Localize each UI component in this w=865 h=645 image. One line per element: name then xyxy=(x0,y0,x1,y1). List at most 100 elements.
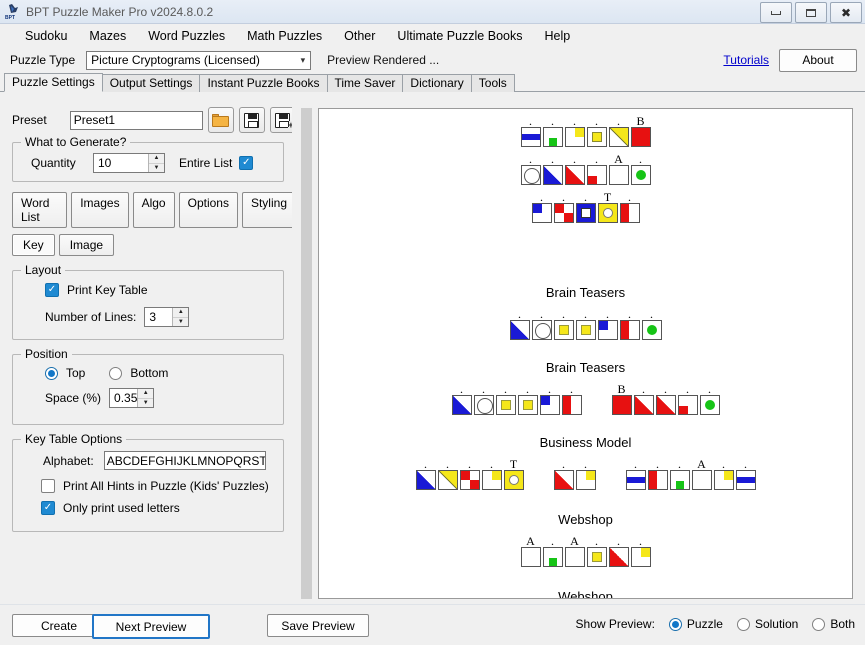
symbol-cell: . xyxy=(713,458,735,490)
symbol-cell: . xyxy=(564,115,586,147)
menu-item-other[interactable]: Other xyxy=(333,27,386,45)
open-preset-button[interactable] xyxy=(208,107,234,133)
app-logo-icon xyxy=(6,4,20,15)
tab-dictionary[interactable]: Dictionary xyxy=(402,74,471,92)
symbol-cell: T xyxy=(503,458,525,490)
minimize-button[interactable] xyxy=(760,2,792,23)
symbol-cell: . xyxy=(575,458,597,490)
puzzle-type-row: Puzzle Type Picture Cryptograms (License… xyxy=(0,47,865,73)
menu-item-word-puzzles[interactable]: Word Puzzles xyxy=(137,27,236,45)
close-button[interactable]: ✖ xyxy=(830,2,862,23)
symbol-hint: . xyxy=(584,458,587,470)
symbol-cell: . xyxy=(415,458,437,490)
sub-tab-image[interactable]: Image xyxy=(59,234,114,256)
show-preview-option-both[interactable]: Both xyxy=(812,617,855,631)
section-tab-images[interactable]: Images xyxy=(71,192,128,228)
show-preview-label: Show Preview: xyxy=(576,617,655,631)
symbol-hint: . xyxy=(446,458,449,470)
section-tab-algo[interactable]: Algo xyxy=(133,192,175,228)
position-top-label: Top xyxy=(66,366,85,380)
symbol-glyph xyxy=(631,547,651,567)
menu-bar: Sudoku Mazes Word Puzzles Math Puzzles O… xyxy=(0,24,865,47)
puzzle-title: Brain Teasers xyxy=(319,285,852,300)
puzzle-title: Brain Teasers xyxy=(319,360,852,375)
symbol-glyph xyxy=(678,395,698,415)
show-preview-option-solution[interactable]: Solution xyxy=(737,617,798,631)
only-used-letters-checkbox[interactable]: ✓ xyxy=(41,501,55,515)
puzzle-radio[interactable] xyxy=(669,618,682,631)
chevron-down-icon: ▾ xyxy=(301,55,309,66)
save-preset-button[interactable] xyxy=(239,107,265,133)
space-spinner-arrows[interactable]: ▲▼ xyxy=(137,389,153,407)
key-table-options-group: Key Table Options Alphabet: ABCDEFGHIJKL… xyxy=(12,439,284,532)
number-of-lines-stepper[interactable]: 3 ▲▼ xyxy=(144,307,189,327)
scrollbar-thumb[interactable] xyxy=(301,108,312,599)
save-preview-button[interactable]: Save Preview xyxy=(267,614,369,637)
symbol-glyph xyxy=(540,395,560,415)
puzzle-radio-label: Puzzle xyxy=(687,617,723,631)
section-tab-word-list[interactable]: Word List xyxy=(12,192,67,228)
tutorials-link[interactable]: Tutorials xyxy=(723,53,769,67)
symbol-hint: . xyxy=(460,383,463,395)
symbol-group: ...... xyxy=(451,383,583,415)
quantity-spinner-arrows[interactable]: ▲▼ xyxy=(148,154,164,172)
print-key-table-checkbox[interactable]: ✓ xyxy=(45,283,59,297)
symbol-hint: . xyxy=(490,458,493,470)
show-preview-option-puzzle[interactable]: Puzzle xyxy=(669,617,723,631)
symbol-glyph xyxy=(576,320,596,340)
preview-canvas[interactable]: .....B....A....T. Brain Teasers....... Br… xyxy=(318,108,853,599)
position-top-radio[interactable] xyxy=(45,367,58,380)
print-all-hints-checkbox[interactable] xyxy=(41,479,55,493)
symbol-hint: . xyxy=(482,383,485,395)
menu-item-ultimate-puzzle-books[interactable]: Ultimate Puzzle Books xyxy=(386,27,533,45)
space-percent-stepper[interactable]: 0.35 ▲▼ xyxy=(109,388,154,408)
symbol-cell: . xyxy=(641,308,663,340)
menu-item-math-puzzles[interactable]: Math Puzzles xyxy=(236,27,333,45)
symbol-hint: . xyxy=(639,153,642,165)
menu-item-mazes[interactable]: Mazes xyxy=(78,27,137,45)
alphabet-input[interactable]: ABCDEFGHIJKLMNOPQRSTUVWXYZ xyxy=(104,451,266,470)
tab-instant-puzzle-books[interactable]: Instant Puzzle Books xyxy=(199,74,327,92)
preview-scrollbar[interactable] xyxy=(301,108,312,599)
symbol-cell: . xyxy=(633,383,655,415)
tab-puzzle-settings[interactable]: Puzzle Settings xyxy=(4,73,103,92)
symbol-glyph xyxy=(714,470,734,490)
tab-output-settings[interactable]: Output Settings xyxy=(102,74,201,92)
only-used-letters-label: Only print used letters xyxy=(63,501,180,515)
puzzle-title: Webshop xyxy=(319,512,852,527)
key-table: .....B....A....T. xyxy=(319,109,852,223)
symbol-hint: . xyxy=(562,191,565,203)
menu-item-help[interactable]: Help xyxy=(533,27,581,45)
symbol-glyph xyxy=(521,547,541,567)
symbol-cell: A xyxy=(691,458,713,490)
about-button[interactable]: About xyxy=(779,49,857,72)
symbol-hint: . xyxy=(650,308,653,320)
both-radio[interactable] xyxy=(812,618,825,631)
symbol-hint: . xyxy=(504,383,507,395)
symbol-glyph xyxy=(532,320,552,340)
next-preview-button[interactable]: Next Preview xyxy=(92,614,210,639)
symbol-hint: . xyxy=(518,308,521,320)
solution-radio[interactable] xyxy=(737,618,750,631)
lines-spinner-arrows[interactable]: ▲▼ xyxy=(172,308,188,326)
puzzle-type-select[interactable]: Picture Cryptograms (Licensed) ▾ xyxy=(86,51,311,70)
preview-status-text: Preview Rendered ... xyxy=(327,53,439,67)
preset-input[interactable]: Preset1 xyxy=(70,111,203,130)
section-tab-options[interactable]: Options xyxy=(179,192,238,228)
tab-tools[interactable]: Tools xyxy=(471,74,515,92)
symbol-cell: . xyxy=(586,535,608,567)
symbol-hint: . xyxy=(595,153,598,165)
symbol-glyph xyxy=(620,320,640,340)
tab-time-saver[interactable]: Time Saver xyxy=(327,74,404,92)
symbol-glyph xyxy=(692,470,712,490)
sub-tab-key[interactable]: Key xyxy=(12,234,55,256)
position-bottom-label: Bottom xyxy=(130,366,168,380)
position-bottom-radio[interactable] xyxy=(109,367,122,380)
maximize-button[interactable] xyxy=(795,2,827,23)
quantity-stepper[interactable]: 10 ▲▼ xyxy=(93,153,165,173)
entire-list-label: Entire List xyxy=(179,156,232,170)
menu-item-sudoku[interactable]: Sudoku xyxy=(14,27,78,45)
symbol-glyph xyxy=(587,547,607,567)
entire-list-checkbox[interactable]: ✓ xyxy=(239,156,253,170)
section-tab-styling[interactable]: Styling xyxy=(242,192,296,228)
